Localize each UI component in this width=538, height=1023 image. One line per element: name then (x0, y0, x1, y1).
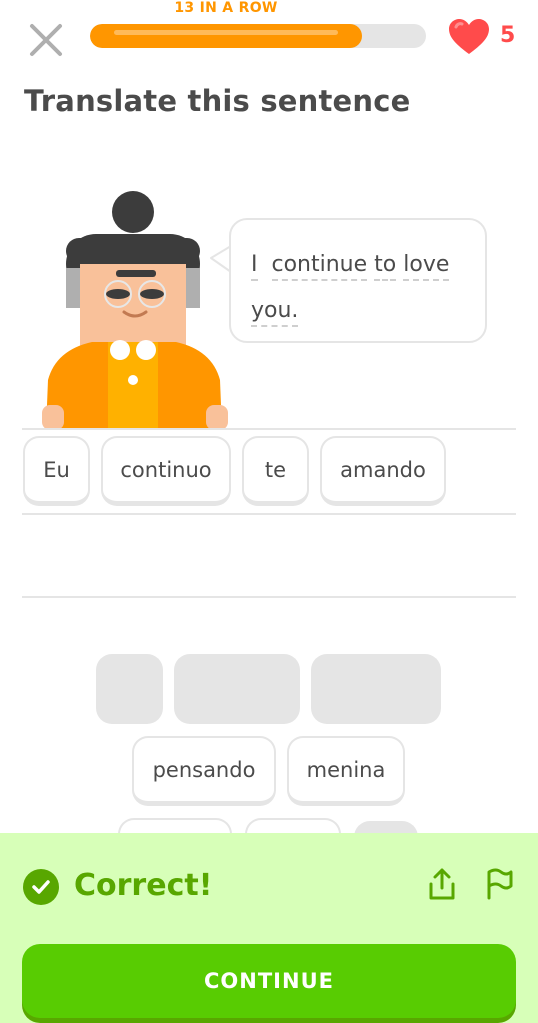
answer-tile[interactable]: amando (320, 436, 446, 506)
hearts-count: 5 (500, 23, 516, 48)
progress-fill (90, 24, 363, 48)
flag-icon[interactable] (484, 866, 514, 900)
prompt-word[interactable]: to (374, 252, 397, 281)
word-bank-empty-slot (311, 654, 441, 724)
character-illustration (42, 191, 228, 430)
share-icon[interactable] (427, 867, 457, 901)
prompt-word[interactable]: continue (271, 252, 368, 281)
word-bank-tile[interactable]: menina (287, 736, 405, 806)
word-bank-empty-slot (96, 654, 163, 724)
exercise-title: Translate this sentence (24, 84, 411, 118)
heart-icon (449, 19, 489, 54)
word-bank-tile[interactable]: pensando (132, 736, 276, 806)
answer-tile[interactable]: Eu (23, 436, 90, 506)
streak-label: 13 IN A ROW (174, 0, 278, 16)
speech-bubble: I continue to love you. (229, 218, 487, 343)
close-icon[interactable] (28, 22, 64, 58)
prompt-sentence: I continue to love you. (251, 242, 469, 334)
word-bank-empty-slot (174, 654, 300, 724)
answer-line-bottom (22, 596, 516, 598)
answer-line-top (22, 428, 516, 430)
continue-button[interactable]: CONTINUE (22, 944, 516, 1018)
answer-line-middle (22, 513, 516, 515)
answer-tile[interactable]: continuo (101, 436, 231, 506)
check-circle-icon (23, 869, 59, 905)
answer-tile[interactable]: te (242, 436, 309, 506)
progress-shine (114, 30, 339, 35)
prompt-word[interactable]: love (403, 252, 450, 281)
lesson-progress-bar (90, 24, 426, 48)
feedback-status: Correct! (74, 868, 213, 903)
prompt-word[interactable]: you. (251, 298, 299, 327)
prompt-word[interactable]: I (251, 252, 258, 281)
